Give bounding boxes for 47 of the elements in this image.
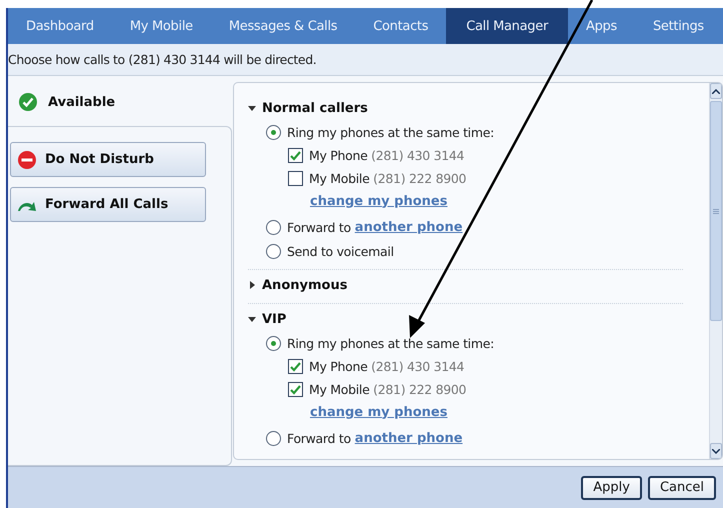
check-circle-icon <box>18 92 38 112</box>
nav-tab[interactable]: Settings <box>634 8 722 44</box>
scroll-down-icon <box>712 448 720 454</box>
radio-button[interactable] <box>266 244 281 258</box>
nav-tab[interactable]: Messages & Calls <box>210 8 356 44</box>
nav-tab[interactable]: Call Manager <box>446 8 568 44</box>
option-label: Send to voicemail <box>287 244 394 258</box>
check-icon <box>290 150 301 160</box>
no-entry-icon <box>17 150 37 170</box>
another-phone-link[interactable]: another phone <box>354 220 463 234</box>
nav-tab[interactable]: Contacts <box>355 8 446 44</box>
phone-label: My Mobile (281) 222 8900 <box>309 382 466 397</box>
nav-tab[interactable]: Dashboard <box>8 8 112 44</box>
status-button[interactable]: Forward All Calls <box>10 187 206 222</box>
option-label: Ring my phones at the same time: <box>287 336 494 350</box>
nav-tab[interactable]: My Mobile <box>112 8 211 44</box>
check-icon <box>290 362 301 372</box>
checkbox[interactable] <box>288 382 303 397</box>
phone-label: My Mobile (281) 222 8900 <box>309 171 466 186</box>
apply-button[interactable]: Apply <box>581 476 642 500</box>
group-header[interactable]: Normal callers <box>248 97 368 119</box>
checkbox[interactable] <box>288 171 303 186</box>
radio-button[interactable] <box>266 220 281 234</box>
radio-button[interactable] <box>266 430 281 446</box>
grip-icon <box>713 208 719 214</box>
status-button[interactable]: Do Not Disturb <box>10 142 206 177</box>
change-phones-link[interactable]: change my phones <box>310 194 448 208</box>
option-label: Forward to <box>287 220 351 234</box>
check-icon <box>290 384 301 394</box>
option-label: Forward to <box>287 430 351 446</box>
checkbox[interactable] <box>288 359 303 374</box>
phone-label: My Phone (281) 430 3144 <box>309 148 464 163</box>
group-header[interactable]: VIP <box>248 308 286 330</box>
change-phones-link[interactable]: change my phones <box>310 404 448 420</box>
option-label: Ring my phones at the same time: <box>287 124 494 140</box>
cancel-button[interactable]: Cancel <box>648 476 716 500</box>
radio-button[interactable] <box>266 336 281 350</box>
checkbox[interactable] <box>288 148 303 163</box>
instruction-text: Choose how calls to (281) 430 3144 will be directed. <box>8 52 316 67</box>
phone-label: My Phone (281) 430 3144 <box>309 359 464 374</box>
group-header[interactable]: Anonymous <box>248 274 348 296</box>
another-phone-link[interactable]: another phone <box>354 430 463 446</box>
scroll-up-icon <box>712 88 720 94</box>
scrollbar[interactable] <box>709 83 722 459</box>
current-status: Available <box>48 94 116 110</box>
nav-tab[interactable]: Apps <box>568 8 635 44</box>
radio-button[interactable] <box>266 124 281 140</box>
